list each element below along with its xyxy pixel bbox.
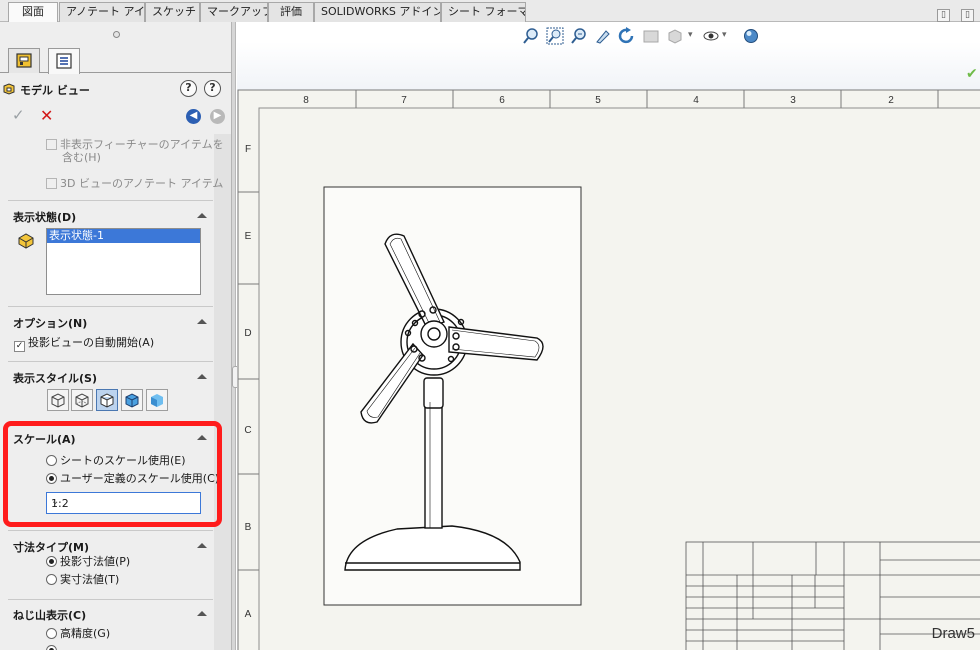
chevron-up-icon[interactable]	[197, 319, 207, 324]
zone-col-3: 3	[790, 95, 796, 106]
help-icon[interactable]: ?	[180, 80, 197, 97]
tab-annotation[interactable]: アノテート アイテム	[59, 2, 145, 22]
drawing-sheet[interactable]: 8 7 6 5 4 3 2 F E D C B A Draw5	[237, 22, 980, 650]
configuration-icon	[16, 53, 32, 68]
command-manager-tabs: 図面 アノテート アイテム スケッチ マークアップ 評価 SOLIDWORKS …	[0, 0, 980, 23]
tab-drawing[interactable]: 図面	[8, 2, 58, 23]
ok-check-icon[interactable]: ✓	[12, 106, 25, 124]
display-state-icon	[18, 233, 34, 249]
zone-row-d: D	[244, 328, 251, 339]
zone-row-a: A	[245, 609, 252, 620]
chevron-up-icon[interactable]	[197, 213, 207, 218]
chevron-up-icon[interactable]	[197, 543, 207, 548]
zone-col-5: 5	[595, 95, 601, 106]
restore-window-icon[interactable]: ▯	[937, 9, 950, 22]
tab-solidworks-addins[interactable]: SOLIDWORKS アドイン	[314, 2, 441, 22]
auto-start-projected-checkbox[interactable]: ✓ 投影ビューの自動開始(A)	[14, 334, 154, 352]
wireframe-icon	[51, 393, 65, 408]
panel-scrollbar[interactable]	[214, 134, 231, 650]
true-dimension-radio[interactable]: 実寸法値(T)	[46, 571, 119, 587]
hidden-lines-visible-button[interactable]	[71, 389, 93, 411]
panel-collapse-handle[interactable]	[113, 31, 120, 38]
zone-col-2: 2	[888, 95, 894, 106]
projected-dimension-label: 投影寸法値(P)	[60, 555, 131, 568]
zone-row-f: F	[245, 144, 251, 155]
zone-row-c: C	[244, 425, 251, 436]
thread-display-group: ねじ山表示(C)	[8, 599, 213, 650]
graphics-area[interactable]: ▾ ▾ ✔ 8 7 6 5 4 3 2 F E D C B A Draw5	[237, 22, 980, 650]
configuration-tab[interactable]	[8, 48, 40, 73]
options-heading[interactable]: オプション(N)	[13, 315, 87, 331]
shaded-edges-button[interactable]	[121, 389, 143, 411]
projected-dimension-radio[interactable]: 投影寸法値(P)	[46, 553, 130, 569]
drawing-title-text: Draw5	[932, 625, 975, 642]
zone-col-8: 8	[303, 95, 309, 106]
display-state-list[interactable]: 表示状態-1	[46, 228, 201, 295]
display-state-heading[interactable]: 表示状態(D)	[13, 209, 76, 225]
panel-title: モデル ビュー	[20, 84, 90, 97]
display-style-heading[interactable]: 表示スタイル(S)	[13, 370, 97, 386]
display-state-item[interactable]: 表示状態-1	[47, 229, 200, 243]
hidden-lines-removed-button[interactable]	[96, 389, 118, 411]
info-icon[interactable]: ?	[204, 80, 221, 97]
scale-highlight-frame	[3, 421, 222, 527]
shaded-icon	[151, 394, 163, 407]
draft-quality-thread-radio[interactable]	[46, 644, 60, 650]
3d-view-annotations-label: 3D ビューのアノテート アイテム	[60, 177, 224, 190]
high-quality-thread-radio[interactable]: 高精度(G)	[46, 625, 110, 641]
model-view-icon	[3, 83, 15, 95]
tab-markup[interactable]: マークアップ	[200, 2, 268, 22]
auto-start-projected-label: 投影ビューの自動開始(A)	[28, 336, 155, 349]
shaded-with-edges-icon	[125, 393, 139, 408]
include-hidden-features-label-2: 含む(H)	[62, 151, 101, 164]
tab-sketch[interactable]: スケッチ	[145, 2, 200, 22]
tab-sheet-format[interactable]: シート フォーマット	[441, 2, 526, 22]
panel-splitter[interactable]	[232, 22, 236, 650]
3d-view-annotations-checkbox[interactable]: 3D ビューのアノテート アイテム	[46, 175, 223, 191]
chevron-up-icon[interactable]	[197, 611, 207, 616]
property-list-icon	[56, 53, 72, 69]
hidden-lines-removed-icon	[100, 393, 114, 408]
property-manager-tab[interactable]	[48, 48, 80, 74]
zone-row-b: B	[245, 522, 252, 533]
thread-display-heading[interactable]: ねじ山表示(C)	[13, 607, 86, 623]
tab-evaluate[interactable]: 評価	[268, 2, 314, 22]
zone-col-6: 6	[499, 95, 505, 106]
wireframe-style-button[interactable]	[47, 389, 69, 411]
panel-tab-strip	[0, 47, 231, 74]
close-window-icon[interactable]: ▯	[961, 9, 974, 22]
zone-col-4: 4	[693, 95, 699, 106]
hidden-lines-visible-icon	[75, 393, 89, 408]
high-quality-thread-label: 高精度(G)	[60, 627, 111, 640]
true-dimension-label: 実寸法値(T)	[60, 573, 120, 586]
zone-col-7: 7	[401, 95, 407, 106]
shaded-button[interactable]	[146, 389, 168, 411]
cancel-x-icon[interactable]: ✕	[40, 106, 53, 125]
zone-row-e: E	[245, 231, 252, 242]
chevron-up-icon[interactable]	[197, 374, 207, 379]
next-arrow-icon[interactable]: ▶	[210, 109, 225, 124]
property-manager-panel: モデル ビュー ? ? ✓ ✕ ◀ ▶ 非表示フィーチャーのアイテムを 含む(H…	[0, 22, 232, 650]
back-arrow-icon[interactable]: ◀	[186, 109, 201, 124]
